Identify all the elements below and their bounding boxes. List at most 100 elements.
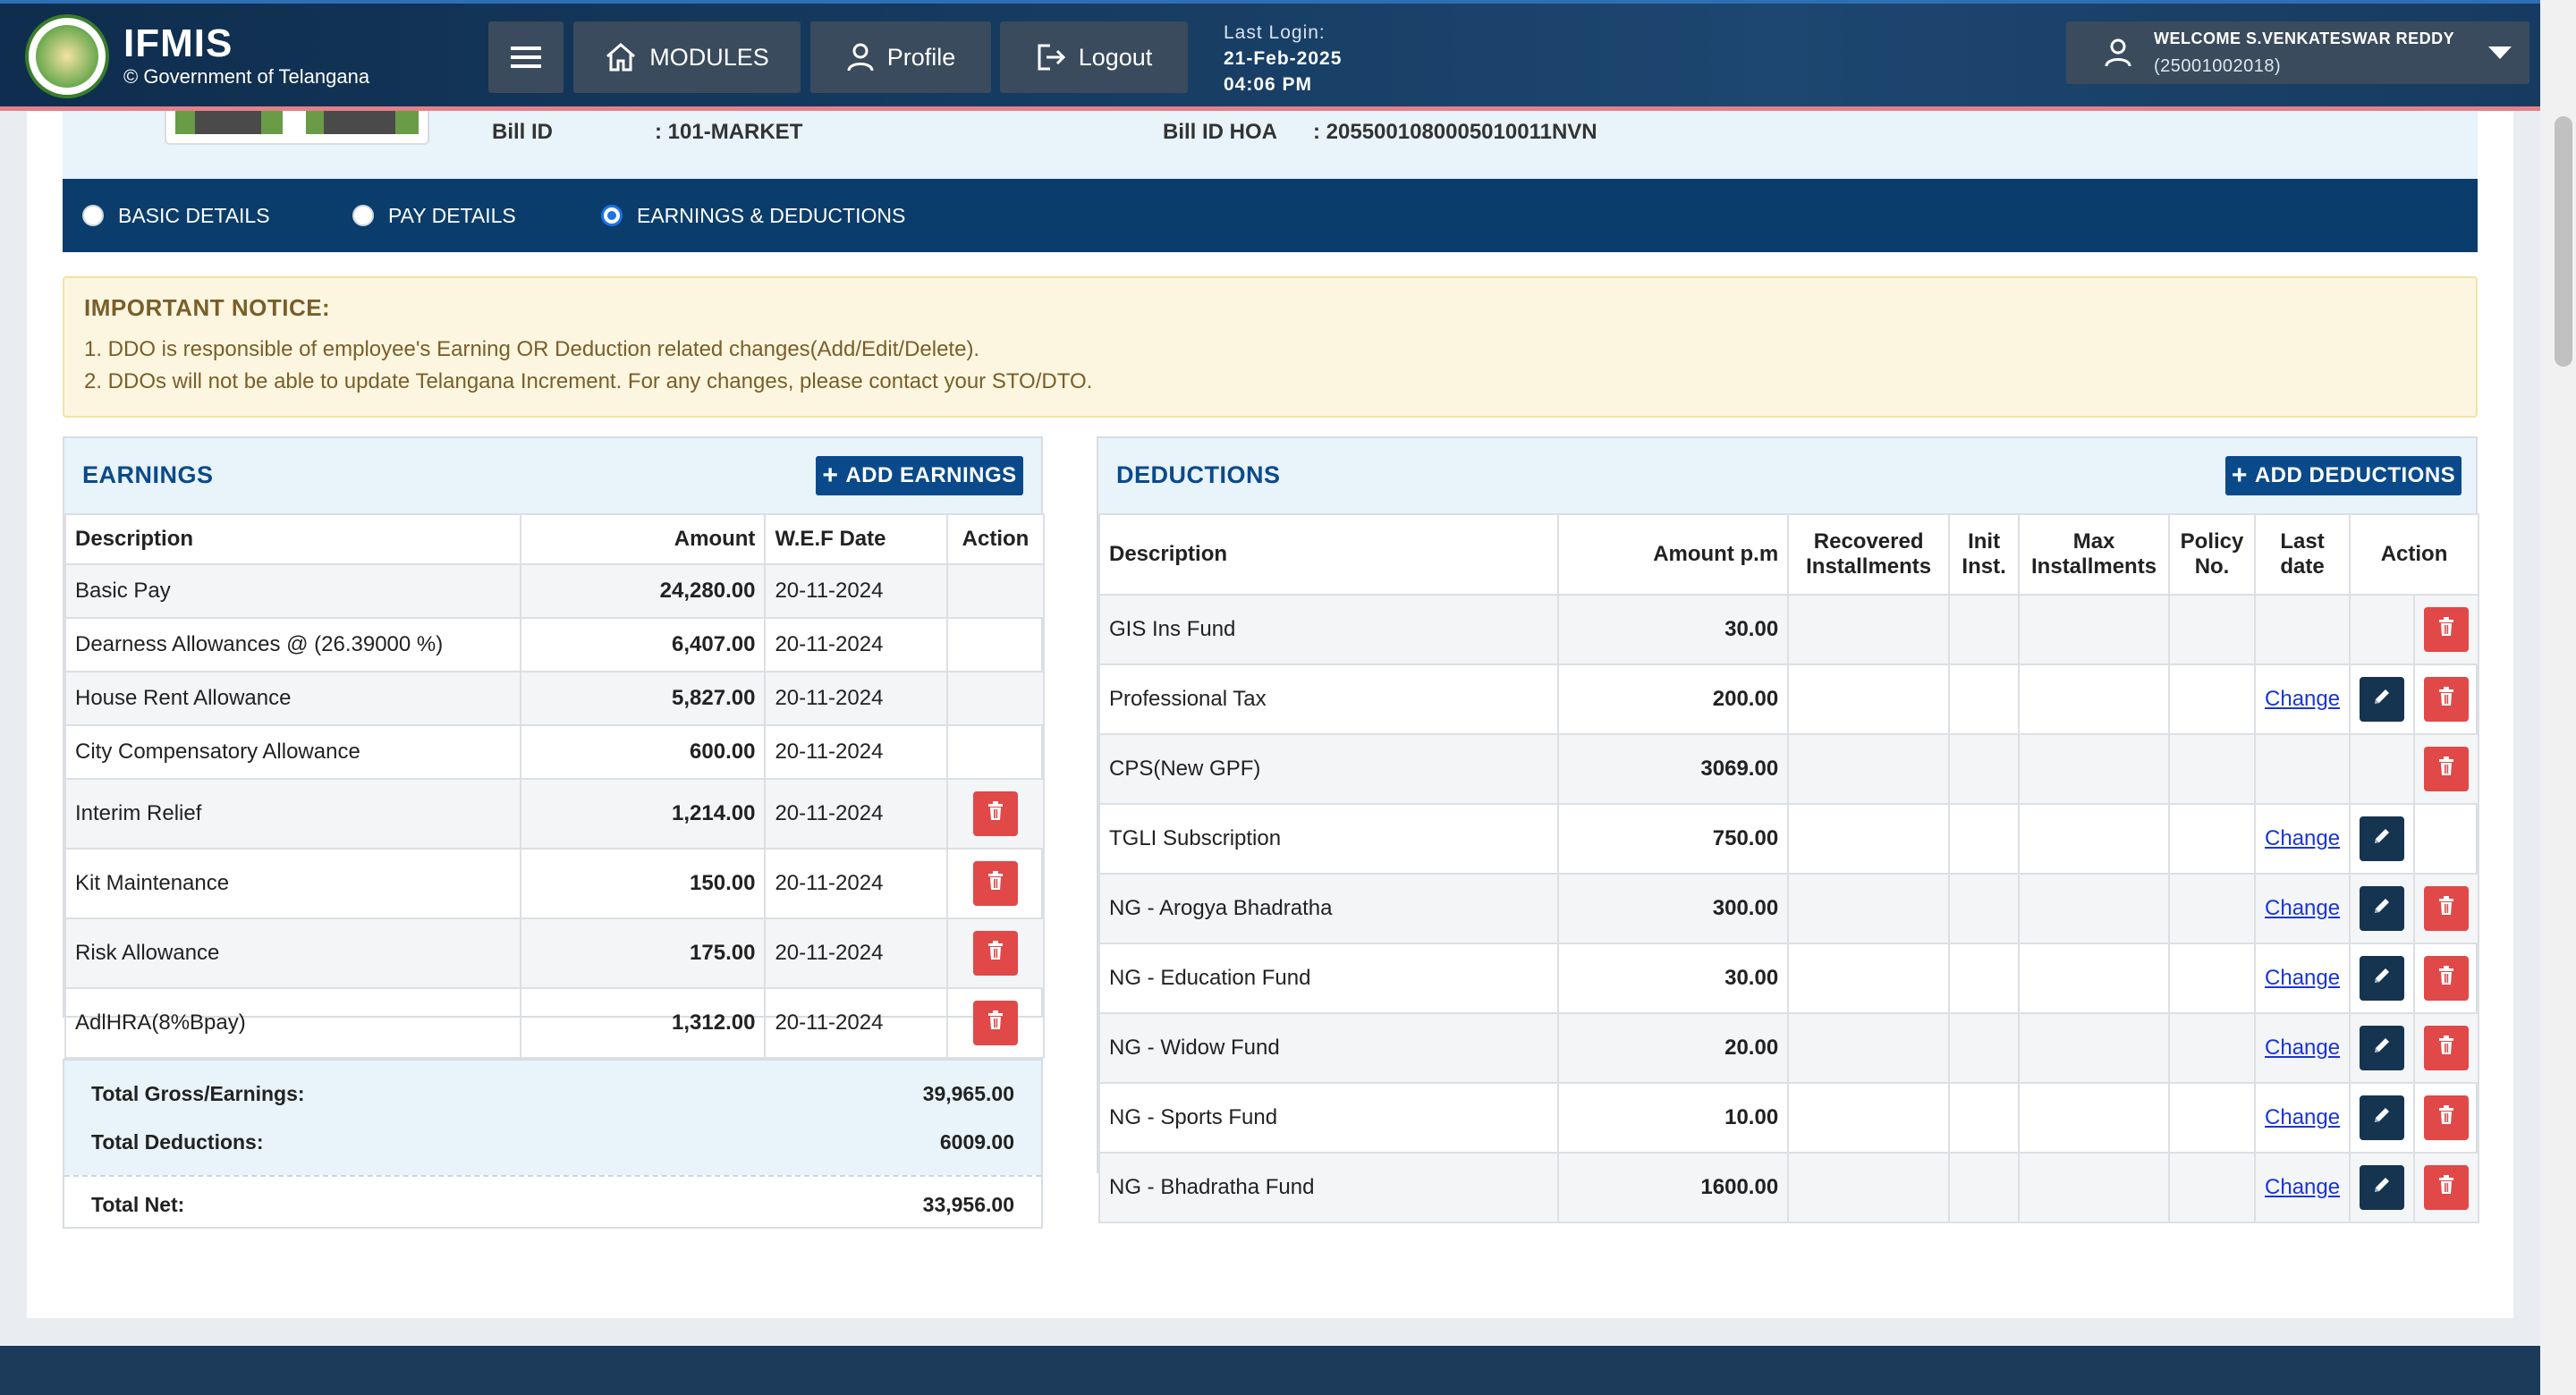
col-policy-no: Policy No.	[2168, 513, 2257, 596]
bill-id-label: Bill ID	[492, 120, 554, 144]
important-notice: IMPORTANT NOTICE: 1. DDO is responsible …	[63, 276, 2478, 418]
max-installments	[2018, 733, 2171, 805]
change-link[interactable]: Change	[2265, 1036, 2340, 1060]
radio-earnings-deductions[interactable]	[601, 205, 623, 226]
change-link[interactable]: Change	[2265, 966, 2340, 990]
change-link[interactable]: Change	[2265, 1175, 2340, 1199]
total-gross-value: 39,965.00	[922, 1082, 1014, 1105]
earning-description: Risk Allowance	[64, 917, 521, 989]
last-login-date: 21-Feb-2025	[1224, 48, 1343, 69]
edit-deduction-button[interactable]	[2360, 1095, 2405, 1140]
earning-action-cell	[946, 917, 1045, 989]
change-link[interactable]: Change	[2265, 687, 2340, 711]
modules-button[interactable]: MODULES	[573, 21, 801, 93]
logout-button[interactable]: Logout	[1000, 21, 1188, 93]
deduction-amount: 30.00	[1556, 594, 1790, 665]
earning-description: City Compensatory Allowance	[64, 724, 521, 780]
deduction-amount: 3069.00	[1556, 733, 1790, 805]
delete-cell	[2413, 733, 2479, 805]
recovered-installments	[1787, 1082, 1951, 1154]
deductions-title: DEDUCTIONS	[1116, 461, 1281, 488]
trash-icon	[2437, 1174, 2455, 1201]
col-wef-date: W.E.F Date	[764, 513, 949, 565]
recovered-installments	[1787, 594, 1951, 665]
add-earnings-button[interactable]: + ADD EARNINGS	[816, 456, 1023, 495]
delete-deduction-button[interactable]	[2424, 1165, 2469, 1210]
radio-pay-details[interactable]	[352, 205, 374, 226]
deduction-description: CPS(New GPF)	[1098, 733, 1559, 805]
edit-deduction-button[interactable]	[2360, 677, 2405, 722]
edit-deduction-button[interactable]	[2360, 1165, 2405, 1210]
delete-earning-button[interactable]	[973, 791, 1018, 836]
earning-action-cell	[946, 778, 1045, 850]
add-deductions-button[interactable]: + ADD DEDUCTIONS	[2225, 456, 2462, 495]
delete-cell	[2413, 873, 2479, 944]
brand-title: IFMIS	[123, 21, 233, 65]
edit-deduction-button[interactable]	[2360, 886, 2405, 931]
delete-earning-button[interactable]	[973, 861, 1018, 906]
col-recovered-installments: Recovered Installments	[1787, 513, 1951, 596]
change-link[interactable]: Change	[2265, 826, 2340, 850]
edit-cell	[2349, 733, 2416, 805]
tab-basic-details[interactable]: BASIC DETAILS	[82, 179, 270, 252]
col-init-inst: Init Inst.	[1948, 513, 2021, 596]
init-inst	[1948, 1152, 2021, 1223]
delete-cell	[2413, 943, 2479, 1014]
delete-deduction-button[interactable]	[2424, 747, 2469, 791]
pencil-icon	[2372, 826, 2392, 852]
tab-label: PAY DETAILS	[388, 203, 516, 227]
edit-cell	[2349, 873, 2416, 944]
profile-label: Profile	[886, 43, 956, 71]
delete-deduction-button[interactable]	[2424, 677, 2469, 722]
earning-wef-date: 20-11-2024	[764, 617, 949, 672]
change-link[interactable]: Change	[2265, 896, 2340, 920]
deductions-row: Professional Tax 200.00 Change	[1098, 664, 2479, 735]
earnings-row: Kit Maintenance 150.00 20-11-2024	[64, 848, 1045, 919]
earning-amount: 5,827.00	[519, 671, 767, 726]
edit-deduction-button[interactable]	[2360, 1026, 2405, 1070]
delete-earning-button[interactable]	[973, 931, 1018, 976]
page-scrollbar[interactable]	[2540, 0, 2576, 1395]
change-link[interactable]: Change	[2265, 1105, 2340, 1129]
edit-deduction-button[interactable]	[2360, 816, 2405, 861]
tab-earnings-deductions[interactable]: EARNINGS & DEDUCTIONS	[601, 179, 905, 252]
edit-deduction-button[interactable]	[2360, 956, 2405, 1001]
deductions-row: NG - Sports Fund 10.00 Change	[1098, 1082, 2479, 1154]
delete-deduction-button[interactable]	[2424, 1095, 2469, 1140]
earning-description: Basic Pay	[64, 563, 521, 619]
menu-toggle-button[interactable]	[488, 21, 564, 93]
delete-deduction-button[interactable]	[2424, 1026, 2469, 1070]
home-icon	[606, 43, 636, 72]
user-menu-dropdown[interactable]: WELCOME S.VENKATESWAR REDDY (25001002018…	[2066, 21, 2529, 84]
brand: IFMIS © Government of Telangana	[25, 14, 369, 98]
radio-basic-details[interactable]	[82, 205, 104, 226]
deduction-amount: 20.00	[1556, 1012, 1790, 1084]
delete-deduction-button[interactable]	[2424, 886, 2469, 931]
max-installments	[2018, 594, 2171, 665]
delete-deduction-button[interactable]	[2424, 956, 2469, 1001]
section-tabs: BASIC DETAILS PAY DETAILS EARNINGS & DED…	[63, 179, 2478, 252]
plus-icon: +	[2231, 461, 2248, 490]
hamburger-icon	[511, 46, 541, 68]
profile-button[interactable]: Profile	[810, 21, 991, 93]
trash-icon	[2437, 1104, 2455, 1131]
policy-no	[2168, 1152, 2257, 1223]
deduction-amount: 30.00	[1556, 943, 1790, 1014]
last-date-cell: Change	[2254, 943, 2351, 1014]
deduction-amount: 750.00	[1556, 803, 1790, 875]
total-gross-label: Total Gross/Earnings:	[91, 1082, 305, 1105]
pencil-icon	[2372, 1175, 2392, 1201]
scrollbar-thumb[interactable]	[2555, 116, 2572, 367]
earnings-title: EARNINGS	[82, 461, 214, 488]
max-installments	[2018, 943, 2171, 1014]
totals-panel: Total Gross/Earnings: 39,965.00 Total De…	[63, 1059, 1043, 1229]
init-inst	[1948, 943, 2021, 1014]
delete-earning-button[interactable]	[973, 1001, 1018, 1045]
delete-deduction-button[interactable]	[2424, 607, 2469, 652]
policy-no	[2168, 1012, 2257, 1084]
recovered-installments	[1787, 873, 1951, 944]
earning-description: AdlHRA(8%Bpay)	[64, 987, 521, 1059]
recovered-installments	[1787, 803, 1951, 875]
earning-wef-date: 20-11-2024	[764, 987, 949, 1059]
tab-pay-details[interactable]: PAY DETAILS	[352, 179, 516, 252]
